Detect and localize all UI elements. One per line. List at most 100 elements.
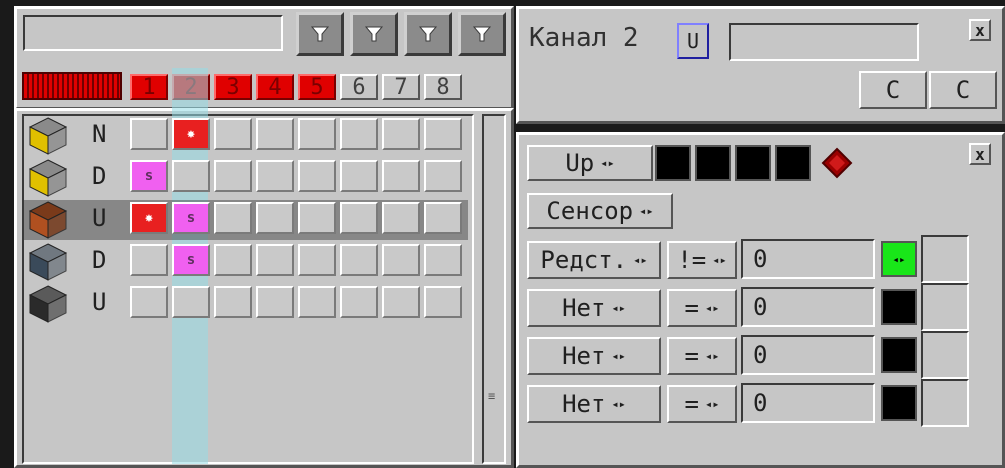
channel-slot[interactable] xyxy=(256,286,294,318)
value-input[interactable]: 0 xyxy=(741,335,875,375)
source-button[interactable]: Нет ◂▸ xyxy=(527,289,661,327)
channel-slot[interactable] xyxy=(256,118,294,150)
channel-slot[interactable] xyxy=(130,244,168,276)
channel-slot[interactable] xyxy=(340,244,378,276)
channel-slot[interactable] xyxy=(424,160,462,192)
channel-slot[interactable] xyxy=(298,286,336,318)
channel-slot[interactable] xyxy=(214,160,252,192)
channel-slot[interactable] xyxy=(340,202,378,234)
channel-slot[interactable] xyxy=(340,286,378,318)
channel-slot[interactable] xyxy=(214,286,252,318)
channel-slot[interactable] xyxy=(214,118,252,150)
channel-slot[interactable] xyxy=(340,118,378,150)
color-slot-2[interactable] xyxy=(695,145,731,181)
device-side-label[interactable]: N xyxy=(92,120,106,148)
device-side-label[interactable]: U xyxy=(92,288,106,316)
name-input[interactable] xyxy=(23,15,283,51)
nuclear-reactor-icon[interactable] xyxy=(28,116,68,156)
filter-button-4[interactable] xyxy=(458,12,506,56)
channel-tab-1[interactable]: 1 xyxy=(130,74,168,100)
funnel-icon xyxy=(418,26,438,42)
color-slot-3[interactable] xyxy=(735,145,771,181)
value-input[interactable]: 0 xyxy=(741,239,875,279)
scrollbar-handle-icon[interactable]: ≡ xyxy=(488,390,500,408)
value-input[interactable]: 0 xyxy=(741,383,875,423)
operator-button[interactable]: = ◂▸ xyxy=(667,289,737,327)
filter-button-3[interactable] xyxy=(404,12,452,56)
output-indicator[interactable] xyxy=(881,289,917,325)
operator-button[interactable]: = ◂▸ xyxy=(667,337,737,375)
channel-button-c2[interactable]: C xyxy=(929,71,997,109)
channel-slot[interactable] xyxy=(298,202,336,234)
output-slot[interactable] xyxy=(921,235,969,283)
channel-slot[interactable] xyxy=(214,202,252,234)
channel-slot[interactable] xyxy=(424,118,462,150)
channel-slot[interactable] xyxy=(256,160,294,192)
operator-button[interactable]: != ◂▸ xyxy=(667,241,737,279)
output-slot[interactable] xyxy=(921,283,969,331)
source-button[interactable]: Редст. ◂▸ xyxy=(527,241,661,279)
logic-panel: x Up ◂▸ Сенсор ◂▸ Редст. ◂▸ != ◂▸ 0 ◂▸ Нет ◂▸ = ◂… xyxy=(516,132,1005,468)
nuclear-reactor-icon[interactable] xyxy=(28,158,68,198)
sensor-mark-icon: s xyxy=(174,204,208,232)
scrollbar-track[interactable]: ≡ xyxy=(482,114,506,464)
channel-slot[interactable] xyxy=(382,202,420,234)
channel-slot[interactable] xyxy=(382,244,420,276)
close-icon[interactable]: x xyxy=(969,143,991,165)
operator-label: = xyxy=(684,294,699,322)
device-side-label[interactable]: D xyxy=(92,162,106,190)
value-input[interactable]: 0 xyxy=(741,287,875,327)
cycle-arrows-icon: ◂▸ xyxy=(611,397,626,411)
channel-slot[interactable] xyxy=(424,202,462,234)
sensor-button[interactable]: Сенсор ◂▸ xyxy=(527,193,673,229)
channel-slot[interactable] xyxy=(382,286,420,318)
operator-button[interactable]: = ◂▸ xyxy=(667,385,737,423)
direction-button[interactable]: Up ◂▸ xyxy=(527,145,653,181)
channel-tab-4[interactable]: 4 xyxy=(256,74,294,100)
cycle-arrows-icon: ◂▸ xyxy=(633,253,648,267)
channel-tab-3[interactable]: 3 xyxy=(214,74,252,100)
redstone-lamp-icon[interactable] xyxy=(28,200,68,240)
channel-slot[interactable] xyxy=(382,160,420,192)
channel-mode-toggle[interactable]: U xyxy=(677,23,709,59)
channel-slot[interactable] xyxy=(214,244,252,276)
source-button[interactable]: Нет ◂▸ xyxy=(527,337,661,375)
channel-slot[interactable] xyxy=(130,118,168,150)
emitter-mark-icon: ✸ xyxy=(132,204,166,232)
channel-name-input[interactable] xyxy=(729,23,919,61)
channel-slot[interactable] xyxy=(130,286,168,318)
channel-slot[interactable] xyxy=(298,244,336,276)
color-slot-1[interactable] xyxy=(655,145,691,181)
channel-slot[interactable] xyxy=(298,118,336,150)
filter-button-1[interactable] xyxy=(296,12,344,56)
channel-tab-8[interactable]: 8 xyxy=(424,74,462,100)
computer-block-icon[interactable] xyxy=(28,284,68,324)
output-indicator[interactable] xyxy=(881,337,917,373)
output-slot[interactable] xyxy=(921,379,969,427)
channel-slot[interactable] xyxy=(340,160,378,192)
channel-slot[interactable] xyxy=(424,244,462,276)
output-slot[interactable] xyxy=(921,331,969,379)
close-icon[interactable]: x xyxy=(969,19,991,41)
channel-tab-7[interactable]: 7 xyxy=(382,74,420,100)
channel-slot[interactable] xyxy=(298,160,336,192)
channel-slot[interactable] xyxy=(172,286,210,318)
output-indicator[interactable] xyxy=(881,385,917,421)
channel-tab-5[interactable]: 5 xyxy=(298,74,336,100)
channel-slot[interactable] xyxy=(256,244,294,276)
channel-slot[interactable] xyxy=(172,160,210,192)
source-button[interactable]: Нет ◂▸ xyxy=(527,385,661,423)
channel-button-c1[interactable]: C xyxy=(859,71,927,109)
channel-tab-6[interactable]: 6 xyxy=(340,74,378,100)
output-indicator[interactable]: ◂▸ xyxy=(881,241,917,277)
channel-slot[interactable] xyxy=(256,202,294,234)
direction-label: Up xyxy=(565,149,595,177)
device-side-label[interactable]: D xyxy=(92,246,106,274)
funnel-icon xyxy=(472,26,492,42)
filter-button-2[interactable] xyxy=(350,12,398,56)
device-side-label[interactable]: U xyxy=(92,204,106,232)
machine-block-icon[interactable] xyxy=(28,242,68,282)
color-slot-4[interactable] xyxy=(775,145,811,181)
channel-slot[interactable] xyxy=(382,118,420,150)
channel-slot[interactable] xyxy=(424,286,462,318)
